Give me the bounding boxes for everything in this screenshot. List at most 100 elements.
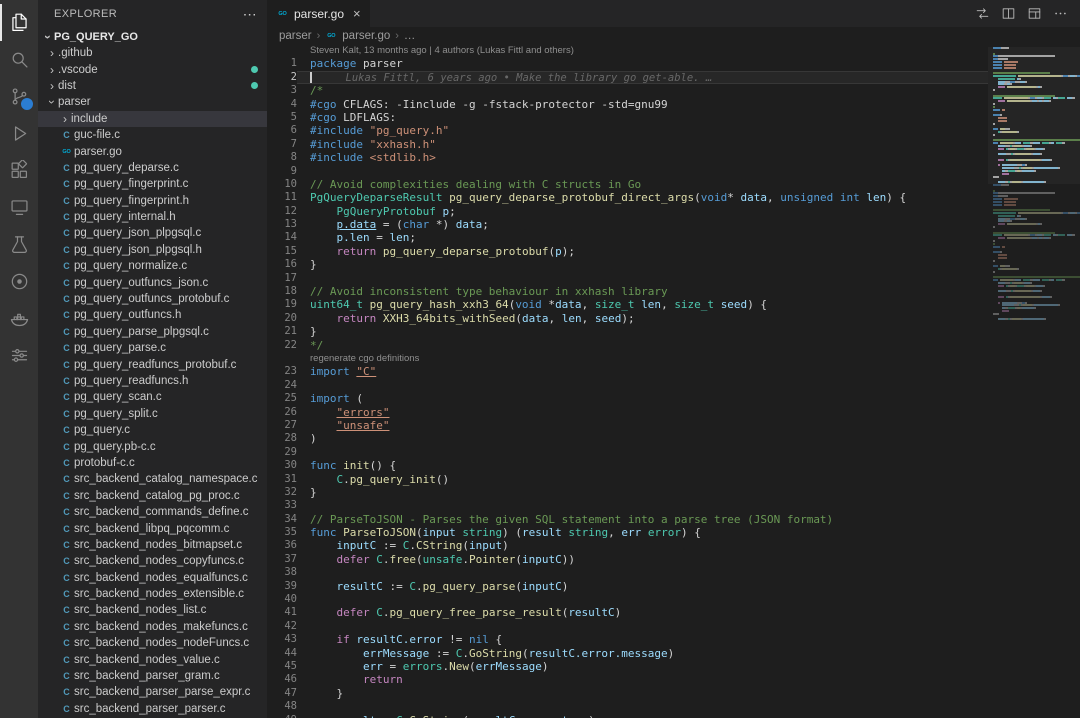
code-line-26[interactable]: 26 "errors" — [267, 406, 993, 419]
layout-icon[interactable] — [1027, 6, 1042, 21]
code-area[interactable]: Steven Kalt, 13 months ago | 4 authors (… — [267, 44, 1080, 718]
code-line-27[interactable]: 27 "unsafe" — [267, 419, 993, 432]
tree-item-src_backend_catalog_pg_proc.c[interactable]: Csrc_backend_catalog_pg_proc.c — [38, 488, 267, 504]
code-line-41[interactable]: 41 defer C.pg_query_free_parse_result(re… — [267, 606, 993, 619]
tree-item-pg_query_split.c[interactable]: Cpg_query_split.c — [38, 406, 267, 422]
line-number[interactable]: 47 — [267, 687, 297, 700]
tree-item-src_backend_nodes_equalfuncs.c[interactable]: Csrc_backend_nodes_equalfuncs.c — [38, 570, 267, 586]
code-line-45[interactable]: 45 err = errors.New(errMessage) — [267, 660, 993, 673]
chevron-right-icon[interactable]: › — [46, 46, 58, 60]
line-number[interactable]: 6 — [267, 124, 297, 137]
tree-item-src_backend_nodes_bitmapset.c[interactable]: Csrc_backend_nodes_bitmapset.c — [38, 537, 267, 553]
code-line-23[interactable]: 23import "C" — [267, 365, 993, 378]
line-number[interactable]: 33 — [267, 499, 297, 512]
line-number[interactable]: 36 — [267, 539, 297, 552]
chevron-right-icon[interactable]: › — [46, 63, 58, 77]
line-number[interactable]: 45 — [267, 660, 297, 673]
code-line-24[interactable]: 24 — [267, 379, 993, 392]
line-number[interactable]: 2 — [267, 71, 297, 84]
code-line-31[interactable]: 31 C.pg_query_init() — [267, 473, 993, 486]
code-line-20[interactable]: 20 return XXH3_64bits_withSeed(data, len… — [267, 312, 993, 325]
tree-item-protobuf-c.c[interactable]: Cprotobuf-c.c — [38, 455, 267, 471]
breadcrumb-item[interactable]: parser — [279, 30, 312, 42]
code-line-5[interactable]: 5#cgo LDFLAGS: — [267, 111, 993, 124]
code-line-48[interactable]: 48 — [267, 700, 993, 713]
code-line-35[interactable]: 35func ParseToJSON(input string) (result… — [267, 526, 993, 539]
activity-extensions[interactable] — [0, 152, 38, 189]
tree-item-src_backend_nodes_value.c[interactable]: Csrc_backend_nodes_value.c — [38, 651, 267, 667]
split-editor-icon[interactable] — [1001, 6, 1016, 21]
tree-item-pg_query.c[interactable]: Cpg_query.c — [38, 422, 267, 438]
activity-gitlens[interactable] — [0, 263, 38, 300]
code-line-10[interactable]: 10// Avoid complexities dealing with C s… — [267, 178, 993, 191]
line-number[interactable]: 26 — [267, 406, 297, 419]
code-line-33[interactable]: 33 — [267, 499, 993, 512]
tree-item-src_backend_nodes_list.c[interactable]: Csrc_backend_nodes_list.c — [38, 602, 267, 618]
tree-item-src_backend_parser_parse_expr.c[interactable]: Csrc_backend_parser_parse_expr.c — [38, 684, 267, 700]
code-line-47[interactable]: 47 } — [267, 687, 993, 700]
tree-item-src_backend_parser_gram.c[interactable]: Csrc_backend_parser_gram.c — [38, 668, 267, 684]
blame-authors-lens[interactable]: Steven Kalt, 13 months ago | 4 authors (… — [310, 45, 574, 56]
code-line-13[interactable]: 13 p.data = (char *) data; — [267, 218, 993, 231]
line-number[interactable]: 10 — [267, 178, 297, 191]
line-number[interactable]: 13 — [267, 218, 297, 231]
line-number[interactable]: 49 — [267, 714, 297, 718]
code-line-44[interactable]: 44 errMessage := C.GoString(resultC.erro… — [267, 647, 993, 660]
code-line-17[interactable]: 17 — [267, 272, 993, 285]
line-number[interactable]: 46 — [267, 673, 297, 686]
line-number[interactable]: 40 — [267, 593, 297, 606]
tree-item-src_backend_nodes_extensible.c[interactable]: Csrc_backend_nodes_extensible.c — [38, 586, 267, 602]
tree-item-src_backend_commands_define.c[interactable]: Csrc_backend_commands_define.c — [38, 504, 267, 520]
activity-tools[interactable] — [0, 337, 38, 374]
line-number[interactable]: 1 — [267, 57, 297, 70]
line-number[interactable]: 15 — [267, 245, 297, 258]
code-lens[interactable]: regenerate cgo definitions — [310, 353, 419, 364]
tree-item-src_backend_nodes_nodeFuncs.c[interactable]: Csrc_backend_nodes_nodeFuncs.c — [38, 635, 267, 651]
tree-item-pg_query_outfuncs_protobuf.c[interactable]: Cpg_query_outfuncs_protobuf.c — [38, 291, 267, 307]
line-number[interactable]: 42 — [267, 620, 297, 633]
code-line-38[interactable]: 38 — [267, 566, 993, 579]
line-number[interactable]: 22 — [267, 339, 297, 352]
code-line-29[interactable]: 29 — [267, 446, 993, 459]
line-number[interactable]: 28 — [267, 432, 297, 445]
tree-item-pg_query_normalize.c[interactable]: Cpg_query_normalize.c — [38, 258, 267, 274]
line-number[interactable]: 4 — [267, 98, 297, 111]
code-line-4[interactable]: 4#cgo CFLAGS: -Iinclude -g -fstack-prote… — [267, 98, 993, 111]
line-number[interactable]: 32 — [267, 486, 297, 499]
line-number[interactable]: 43 — [267, 633, 297, 646]
tree-item-src_backend_libpq_pqcomm.c[interactable]: Csrc_backend_libpq_pqcomm.c — [38, 520, 267, 536]
line-number[interactable]: 7 — [267, 138, 297, 151]
line-number[interactable]: 5 — [267, 111, 297, 124]
line-number[interactable]: 23 — [267, 365, 297, 378]
tree-item-dist[interactable]: ›dist — [38, 78, 267, 94]
line-number[interactable]: 39 — [267, 580, 297, 593]
line-number[interactable]: 18 — [267, 285, 297, 298]
line-number[interactable]: 8 — [267, 151, 297, 164]
more-icon[interactable] — [1053, 6, 1068, 21]
code-line-22[interactable]: 22*/ — [267, 339, 993, 352]
code-line-6[interactable]: 6#include "pg_query.h" — [267, 124, 993, 137]
line-number[interactable]: 16 — [267, 258, 297, 271]
line-number[interactable]: 19 — [267, 298, 297, 311]
breadcrumb-item[interactable]: … — [404, 30, 416, 42]
code-line-28[interactable]: 28) — [267, 432, 993, 445]
tree-item-pg_query_readfuncs.h[interactable]: Cpg_query_readfuncs.h — [38, 373, 267, 389]
code-line-34[interactable]: 34// ParseToJSON - Parses the given SQL … — [267, 513, 993, 526]
tree-item-pg_query_internal.h[interactable]: Cpg_query_internal.h — [38, 209, 267, 225]
code-line-12[interactable]: 12 PgQueryProtobuf p; — [267, 205, 993, 218]
chevron-right-icon[interactable]: › — [59, 112, 71, 126]
code-line-46[interactable]: 46 return — [267, 673, 993, 686]
tree-root-folder[interactable]: › PG_QUERY_GO — [38, 28, 267, 45]
code-line-36[interactable]: 36 inputC := C.CString(input) — [267, 539, 993, 552]
open-changes-icon[interactable] — [975, 6, 990, 21]
tree-item-pg_query_outfuncs.h[interactable]: Cpg_query_outfuncs.h — [38, 307, 267, 323]
code-line-21[interactable]: 21} — [267, 325, 993, 338]
line-number[interactable]: 37 — [267, 553, 297, 566]
tree-item-parser.go[interactable]: GOparser.go — [38, 143, 267, 159]
code-line-39[interactable]: 39 resultC := C.pg_query_parse(inputC) — [267, 580, 993, 593]
line-number[interactable]: 25 — [267, 392, 297, 405]
tree-item-pg_query_parse_plpgsql.c[interactable]: Cpg_query_parse_plpgsql.c — [38, 324, 267, 340]
line-number[interactable]: 34 — [267, 513, 297, 526]
line-number[interactable]: 29 — [267, 446, 297, 459]
code-line-3[interactable]: 3/* — [267, 84, 993, 97]
